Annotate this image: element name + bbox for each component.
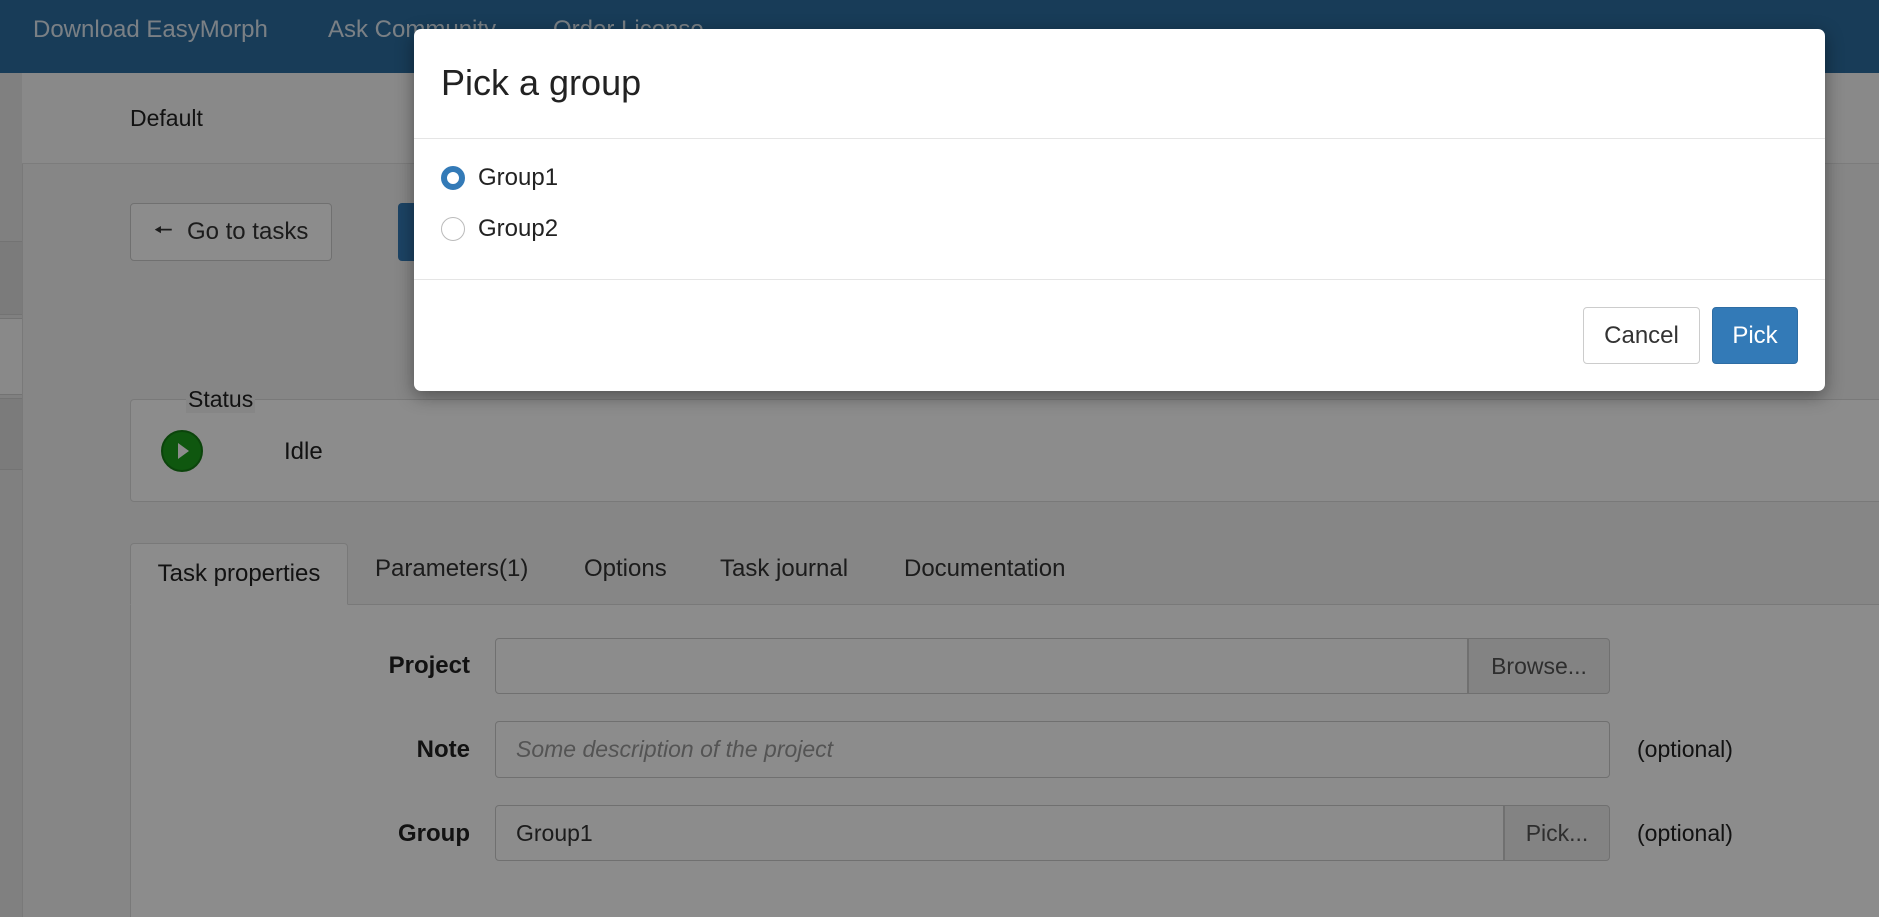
modal-footer: Cancel Pick — [414, 279, 1825, 391]
modal-header: Pick a group — [414, 29, 1825, 139]
radio-option-group1[interactable]: Group1 — [441, 164, 558, 192]
modal-body: Group1 Group2 — [414, 139, 1825, 279]
radio-option-group2[interactable]: Group2 — [441, 215, 558, 243]
modal-title: Pick a group — [441, 62, 642, 103]
cancel-button[interactable]: Cancel — [1583, 307, 1700, 364]
radio-label: Group2 — [478, 215, 559, 242]
radio-unchecked-icon[interactable] — [441, 217, 465, 241]
pick-group-dialog: Pick a group Group1 Group2 Cancel Pick — [414, 29, 1825, 391]
radio-label: Group1 — [478, 164, 559, 191]
radio-checked-icon[interactable] — [441, 166, 465, 190]
pick-button[interactable]: Pick — [1712, 307, 1798, 364]
